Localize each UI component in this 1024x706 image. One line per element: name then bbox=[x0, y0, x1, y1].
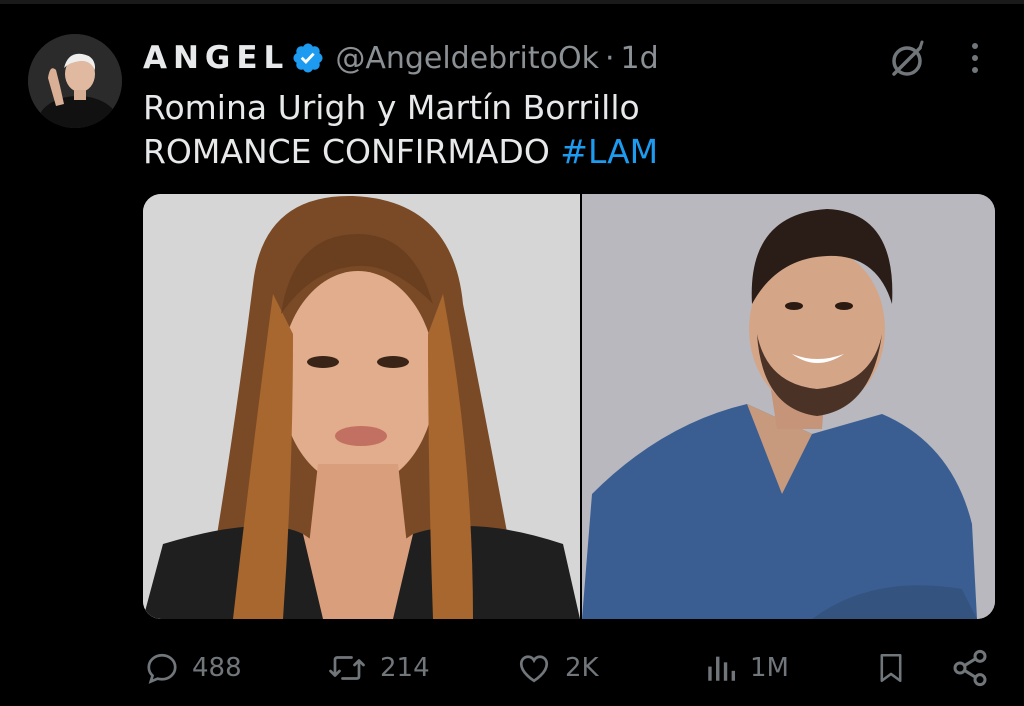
retweet-icon bbox=[329, 656, 365, 680]
reply-icon bbox=[147, 653, 177, 684]
hashtag-link[interactable]: #LAM bbox=[560, 132, 658, 171]
grok-icon[interactable] bbox=[884, 38, 930, 84]
verified-badge-icon bbox=[291, 41, 325, 75]
tweet-media[interactable] bbox=[143, 194, 995, 619]
retweet-count: 214 bbox=[380, 653, 430, 683]
like-button[interactable]: 2K bbox=[515, 640, 599, 696]
views-chart-icon bbox=[708, 656, 736, 681]
top-divider bbox=[0, 0, 1024, 4]
tweet-container[interactable]: ANGEL @AngeldebritoOk · 1d Romina Urigh … bbox=[0, 0, 1024, 706]
display-name[interactable]: ANGEL bbox=[143, 40, 289, 76]
media-photo-right[interactable] bbox=[582, 194, 995, 619]
avatar[interactable] bbox=[28, 34, 122, 128]
views-button[interactable]: 1M bbox=[704, 640, 789, 696]
tweet-header: ANGEL @AngeldebritoOk · 1d bbox=[143, 36, 659, 80]
retweet-button[interactable]: 214 bbox=[326, 640, 430, 696]
tweet-text-caps: ROMANCE CONFIRMADO bbox=[143, 132, 550, 171]
separator-dot: · bbox=[605, 40, 615, 76]
tweet-text-line-1: Romina Urigh y Martín Borrillo bbox=[143, 88, 640, 127]
user-handle[interactable]: @AngeldebritoOk bbox=[335, 41, 599, 76]
tweet-text-line-2: ROMANCE CONFIRMADO #LAM bbox=[143, 130, 973, 174]
heart-icon bbox=[519, 655, 549, 683]
share-button[interactable] bbox=[950, 640, 990, 696]
avatar-photo bbox=[28, 34, 122, 128]
reply-count: 488 bbox=[192, 653, 242, 683]
views-count: 1M bbox=[750, 653, 789, 683]
timestamp[interactable]: 1d bbox=[621, 41, 659, 76]
bookmark-icon bbox=[880, 653, 902, 683]
tweet-text: Romina Urigh y Martín Borrillo ROMANCE C… bbox=[143, 86, 973, 174]
like-count: 2K bbox=[565, 653, 599, 683]
media-photo-left[interactable] bbox=[143, 194, 580, 619]
more-vertical-icon[interactable] bbox=[964, 40, 986, 76]
reply-button[interactable]: 488 bbox=[144, 640, 242, 696]
share-icon bbox=[953, 649, 987, 687]
bookmark-button[interactable] bbox=[874, 640, 908, 696]
tweet-actions: 488 214 2K 1M bbox=[0, 640, 1024, 696]
